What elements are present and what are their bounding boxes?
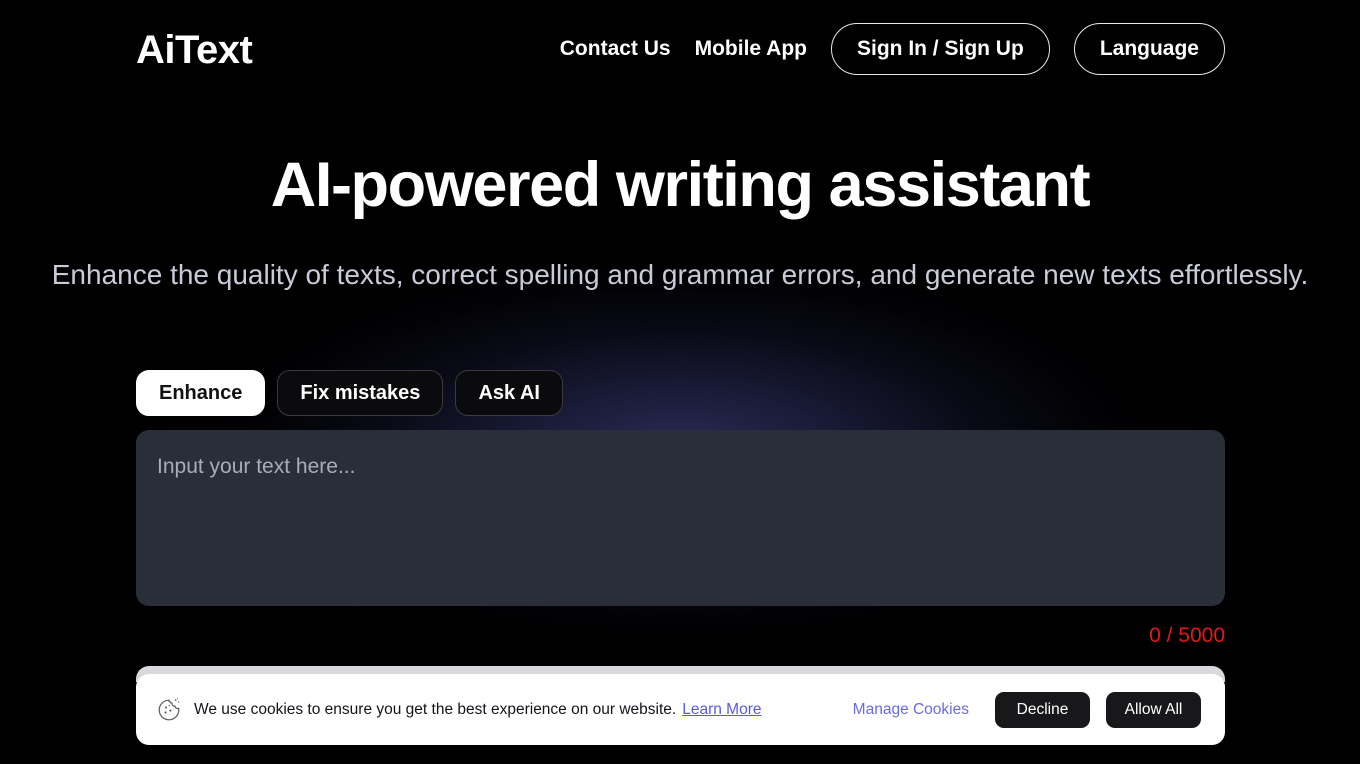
text-input-area[interactable]: Input your text here...: [136, 430, 1225, 606]
primary-nav: Contact Us Mobile App Sign In / Sign Up …: [560, 23, 1225, 75]
tab-ask-ai[interactable]: Ask AI: [455, 370, 563, 416]
cookie-message: We use cookies to ensure you get the bes…: [194, 700, 677, 718]
nav-link-mobile-app[interactable]: Mobile App: [695, 23, 807, 75]
decline-button[interactable]: Decline: [995, 691, 1090, 728]
language-button[interactable]: Language: [1073, 23, 1225, 75]
learn-more-link[interactable]: Learn More: [682, 699, 761, 721]
cookie-icon: [158, 697, 180, 720]
cookie-consent-banner: We use cookies to ensure you get the bes…: [136, 674, 1225, 745]
text-input-placeholder: Input your text here...: [157, 455, 356, 478]
page-title: AI-powered writing assistant: [270, 150, 1091, 220]
sign-in-sign-up-button[interactable]: Sign In / Sign Up: [830, 23, 1050, 75]
cookie-actions: Manage Cookies Decline Allow All: [853, 691, 1201, 728]
allow-all-button[interactable]: Allow All: [1106, 691, 1201, 728]
character-counter: 0 / 5000: [1149, 624, 1225, 647]
site-header: AiText Contact Us Mobile App Sign In / S…: [0, 0, 1360, 98]
nav-link-contact-us[interactable]: Contact Us: [560, 23, 671, 75]
logo[interactable]: AiText: [136, 24, 253, 76]
tab-fix-mistakes[interactable]: Fix mistakes: [277, 370, 444, 416]
page-root: AiText Contact Us Mobile App Sign In / S…: [0, 0, 1360, 764]
tab-enhance[interactable]: Enhance: [136, 370, 266, 416]
mode-tabs: Enhance Fix mistakes Ask AI: [136, 370, 563, 416]
manage-cookies-link[interactable]: Manage Cookies: [853, 699, 969, 721]
page-subtitle: Enhance the quality of texts, correct sp…: [51, 259, 1309, 290]
